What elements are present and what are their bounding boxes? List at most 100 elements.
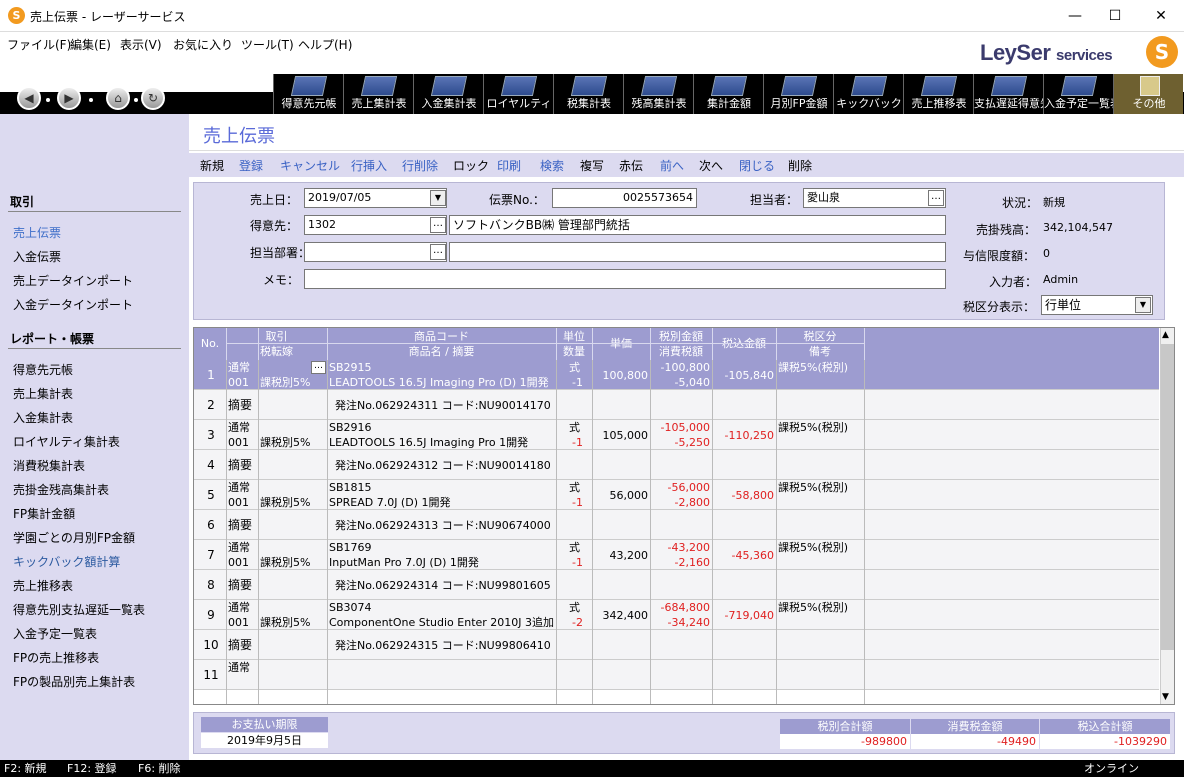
product-name-cell[interactable]: ComponentOne Studio Enter 2010J 3追加 — [329, 616, 554, 629]
product-name-cell[interactable]: LEADTOOLS 16.5J Imaging Pro (D) 1開発 — [329, 376, 549, 389]
lookup-icon[interactable]: … — [311, 361, 326, 374]
menu-edit[interactable]: 編集(E) — [70, 36, 111, 53]
tax-category-cell[interactable]: 課税5%(税別) — [778, 541, 848, 554]
table-row[interactable] — [194, 660, 1159, 690]
lock-button[interactable]: ロック — [453, 157, 489, 174]
dept-code-input[interactable] — [304, 242, 447, 262]
toolbar-total-amount[interactable]: 集計金額 — [693, 74, 763, 114]
toolbar-royalty[interactable]: ロイヤルティ — [483, 74, 553, 114]
slip-no-input[interactable]: 0025573654 — [552, 188, 697, 208]
toolbar-tax-summary[interactable]: 税集計表 — [553, 74, 623, 114]
qty-cell[interactable]: -2 — [572, 616, 583, 629]
tax-category-cell[interactable]: 課税5%(税別) — [778, 601, 848, 614]
qty-cell[interactable]: -1 — [572, 556, 583, 569]
unit-cell[interactable]: 式 — [569, 361, 580, 374]
lookup-icon[interactable]: … — [928, 190, 944, 206]
unit-cell[interactable]: 式 — [569, 481, 580, 494]
torihiki-cell[interactable]: 通常 — [228, 541, 250, 554]
product-code-cell[interactable]: SB1769 — [329, 541, 372, 554]
unit-cell[interactable]: 式 — [569, 421, 580, 434]
memo-text[interactable]: 発注No.062924313 コード:NU90674000 — [335, 519, 551, 532]
chevron-down-icon[interactable]: ▼ — [1135, 297, 1151, 313]
sidebar-item-report[interactable]: 入金集計表 — [13, 409, 73, 426]
price-cell[interactable]: 43,200 — [592, 549, 649, 562]
forward-icon[interactable]: ▶ — [57, 86, 81, 110]
torihiki-cell[interactable]: 通常 — [228, 601, 250, 614]
lookup-icon[interactable]: … — [430, 217, 446, 233]
toolbar-payment-summary[interactable]: 入金集計表 — [413, 74, 483, 114]
product-name-cell[interactable]: LEADTOOLS 16.5J Imaging Pro 1開発 — [329, 436, 528, 449]
close-form-button[interactable]: 閉じる — [739, 157, 775, 174]
sidebar-item-report[interactable]: キックバック額計算 — [13, 553, 120, 570]
memo-input[interactable] — [304, 269, 946, 289]
qty-cell[interactable]: -1 — [572, 496, 583, 509]
chevron-down-icon[interactable]: ▼ — [430, 190, 446, 206]
toolbar-sales-trend[interactable]: 売上推移表 — [903, 74, 973, 114]
tax-transfer-cell[interactable]: 課税別5% — [260, 376, 310, 389]
tcode-cell[interactable]: 001 — [228, 496, 249, 509]
tax-transfer-cell[interactable]: 課税別5% — [260, 556, 310, 569]
sidebar-item-report[interactable]: 売掛金残高集計表 — [13, 481, 109, 498]
new-button[interactable]: 新規 — [200, 157, 224, 174]
sidebar-item-report[interactable]: FPの売上推移表 — [13, 649, 99, 666]
product-code-cell[interactable]: SB3074 — [329, 601, 372, 614]
memo-text[interactable]: 発注No.062924314 コード:NU99801605 — [335, 579, 551, 592]
menu-help[interactable]: ヘルプ(H) — [298, 36, 352, 53]
sidebar-item-payment-import[interactable]: 入金データインポート — [13, 296, 133, 313]
delete-button[interactable]: 削除 — [788, 157, 812, 174]
menu-view[interactable]: 表示(V) — [120, 36, 162, 53]
product-name-cell[interactable]: SPREAD 7.0J (D) 1開発 — [329, 496, 450, 509]
scroll-up-icon[interactable]: ▲ — [1162, 330, 1169, 340]
dept-name-field[interactable] — [449, 242, 946, 262]
qty-cell[interactable]: -1 — [572, 436, 583, 449]
memo-text[interactable]: 発注No.062924315 コード:NU99806410 — [335, 639, 551, 652]
register-button[interactable]: 登録 — [239, 157, 263, 174]
toolbar-customer-ledger[interactable]: 得意先元帳 — [273, 74, 343, 114]
tcode-cell[interactable]: 001 — [228, 436, 249, 449]
sidebar-item-report[interactable]: ロイヤルティ集計表 — [13, 433, 120, 450]
toolbar-late-payment[interactable]: 支払遅延得意先一覧 — [973, 74, 1044, 114]
memo-text[interactable]: 発注No.062924312 コード:NU90014180 — [335, 459, 551, 472]
menu-tools[interactable]: ツール(T) — [241, 36, 294, 53]
product-code-cell[interactable]: SB2915 — [329, 361, 372, 374]
close-button[interactable]: ✕ — [1138, 0, 1184, 32]
tax-transfer-cell[interactable]: 課税別5% — [260, 616, 310, 629]
sidebar-item-report[interactable]: 入金予定一覧表 — [13, 625, 97, 642]
sidebar-item-report[interactable]: 消費税集計表 — [13, 457, 85, 474]
toolbar-balance-summary[interactable]: 残高集計表 — [623, 74, 693, 114]
price-cell[interactable]: 100,800 — [592, 369, 649, 382]
print-button[interactable]: 印刷 — [497, 157, 521, 174]
product-code-cell[interactable]: SB1815 — [329, 481, 372, 494]
sidebar-item-report[interactable]: 得意先元帳 — [13, 361, 73, 378]
tax-category-cell[interactable]: 課税5%(税別) — [778, 421, 848, 434]
tax-transfer-cell[interactable]: 課税別5% — [260, 436, 310, 449]
product-name-cell[interactable]: InputMan Pro 7.0J (D) 1開発 — [329, 556, 479, 569]
sidebar-item-sales-import[interactable]: 売上データインポート — [13, 272, 133, 289]
red-slip-button[interactable]: 赤伝 — [619, 157, 643, 174]
refresh-icon[interactable]: ↻ — [141, 86, 165, 110]
back-icon[interactable]: ◀ — [17, 86, 41, 110]
search-button[interactable]: 検索 — [540, 157, 564, 174]
sidebar-item-report[interactable]: 売上推移表 — [13, 577, 73, 594]
toolbar-payment-schedule[interactable]: 入金予定一覧表 — [1043, 74, 1114, 114]
sidebar-item-report[interactable]: 学園ごとの月別FP金額 — [13, 529, 135, 546]
torihiki-cell[interactable]: 通常 — [228, 421, 250, 434]
tax-category-cell[interactable]: 課税5%(税別) — [778, 361, 848, 374]
product-code-cell[interactable]: SB2916 — [329, 421, 372, 434]
customer-code-input[interactable]: 1302 — [304, 215, 447, 235]
torihiki-cell[interactable]: 通常 — [228, 481, 250, 494]
sidebar-item-payment-slip[interactable]: 入金伝票 — [13, 248, 61, 265]
toolbar-sales-summary[interactable]: 売上集計表 — [343, 74, 413, 114]
copy-button[interactable]: 複写 — [580, 157, 604, 174]
torihiki-cell[interactable]: 通常 — [228, 361, 250, 374]
next-button[interactable]: 次へ — [699, 157, 723, 174]
unit-cell[interactable]: 式 — [569, 541, 580, 554]
sidebar-item-report[interactable]: FP集計金額 — [13, 505, 75, 522]
home-icon[interactable]: ⌂ — [106, 86, 130, 110]
cancel-button[interactable]: キャンセル — [280, 157, 340, 174]
price-cell[interactable]: 342,400 — [592, 609, 649, 622]
sidebar-item-report[interactable]: FPの製品別売上集計表 — [13, 673, 135, 690]
price-cell[interactable]: 56,000 — [592, 489, 649, 502]
tcode-cell[interactable]: 001 — [228, 616, 249, 629]
sidebar-item-report[interactable]: 得意先別支払遅延一覧表 — [13, 601, 145, 618]
